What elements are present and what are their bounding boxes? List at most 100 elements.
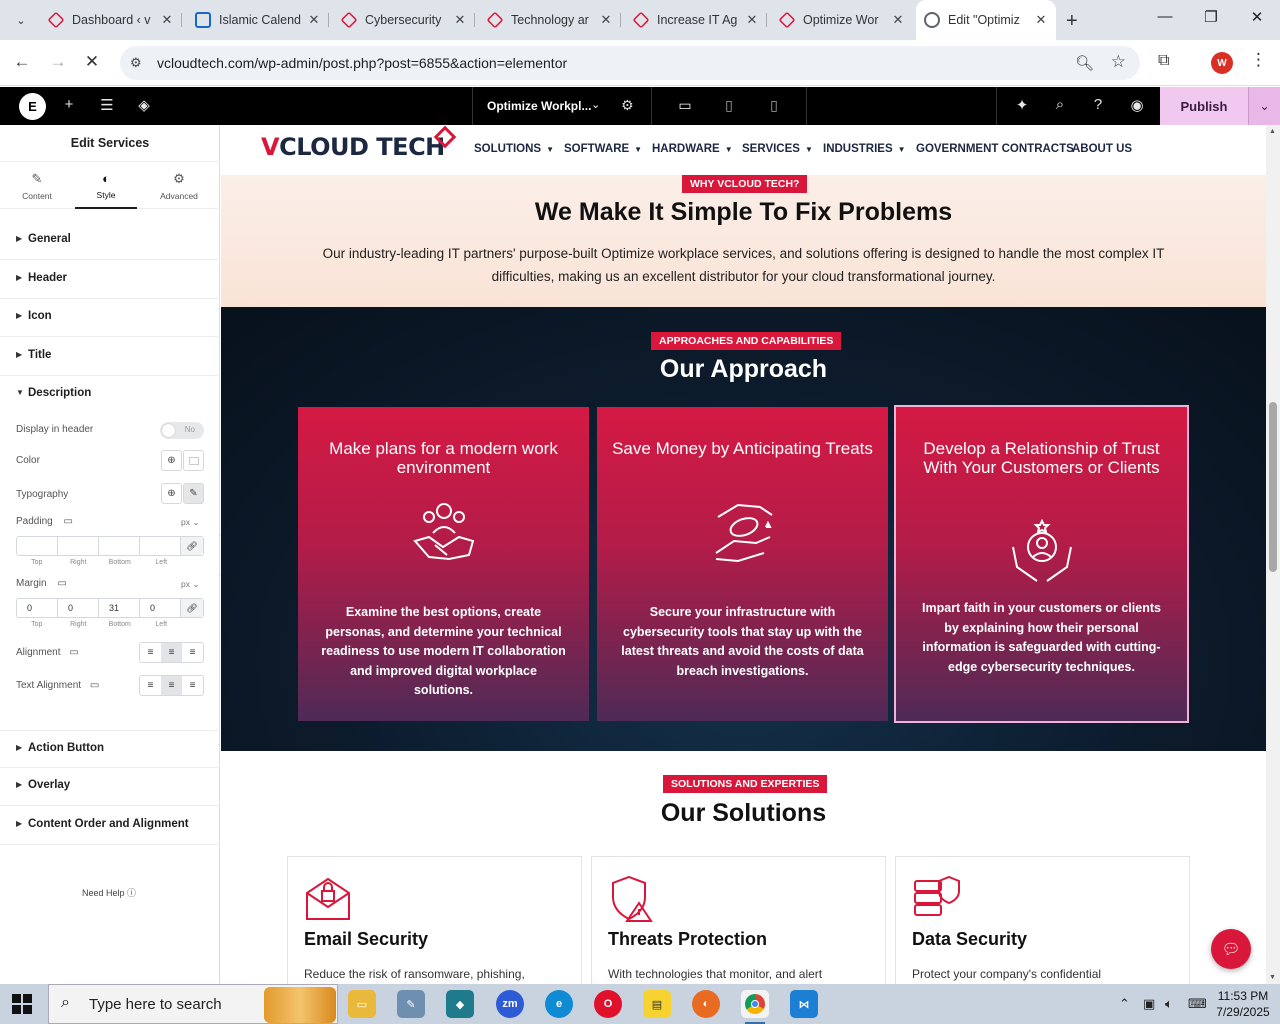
close-tab-icon[interactable]: ✕ <box>307 12 321 28</box>
zoom-icon[interactable]: 🔍︎ <box>1075 54 1094 72</box>
firefox-browser-icon[interactable]: ◐ <box>692 990 720 1018</box>
link-values-icon[interactable]: 🔗︎ <box>181 599 203 617</box>
color-picker-swatch[interactable] <box>183 450 204 471</box>
text-align-left-icon[interactable]: ≡ <box>140 676 161 695</box>
add-element-plus-icon[interactable]: + <box>58 96 80 113</box>
publish-button[interactable]: Publish <box>1160 87 1248 125</box>
app-diamond-icon[interactable]: ◆ <box>446 990 474 1018</box>
browser-tab[interactable]: Dashboard ‹ v ✕ <box>40 6 182 34</box>
preview-eye-icon[interactable]: ◉ <box>1126 96 1148 114</box>
padding-right-input[interactable] <box>58 537 99 555</box>
notifications-rocket-icon[interactable]: ✦ <box>1011 96 1033 114</box>
restore-icon[interactable]: ❐ <box>1196 8 1226 26</box>
section-header[interactable]: ▶ Header <box>0 261 220 299</box>
site-menu-item[interactable]: INDUSTRIES ▼ <box>823 143 906 155</box>
network-icon[interactable]: ▣ <box>1143 996 1155 1012</box>
margin-left-input[interactable]: 0 <box>140 599 181 617</box>
url-text[interactable]: vcloudtech.com/wp-admin/post.php?post=68… <box>157 55 567 71</box>
bookmark-star-icon[interactable]: ☆ <box>1111 52 1126 72</box>
align-left-icon[interactable]: ≡ <box>140 643 161 662</box>
solution-card[interactable]: Data Security Protect your company's con… <box>895 856 1190 984</box>
padding-top-input[interactable] <box>17 537 58 555</box>
close-tab-icon[interactable]: ✕ <box>1034 12 1048 28</box>
site-menu-item[interactable]: HARDWARE ▼ <box>652 143 733 155</box>
file-explorer-icon[interactable]: ▭ <box>348 990 376 1018</box>
browser-tab[interactable]: Increase IT Ag ✕ <box>625 6 767 34</box>
scroll-down-arrow-icon[interactable]: ▼ <box>1269 974 1276 981</box>
section-content-order[interactable]: ▶ Content Order and Alignment <box>0 807 220 845</box>
site-menu-item[interactable]: SOFTWARE ▼ <box>564 143 642 155</box>
align-center-icon[interactable]: ≡ <box>161 643 182 662</box>
sticky-notes-icon[interactable]: ▤ <box>643 990 671 1018</box>
structure-layers-icon[interactable]: ◈ <box>133 96 155 114</box>
browser-tab[interactable]: Islamic Calend ✕ <box>187 6 329 34</box>
elementor-logo-icon[interactable]: E <box>19 93 46 120</box>
document-selector[interactable]: Optimize Workpl... ⌄ ⚙ <box>472 87 652 125</box>
tablet-icon[interactable]: ▯ <box>719 97 739 114</box>
desktop-icon[interactable]: ▭ <box>675 97 695 114</box>
tab-content[interactable]: ✎ Content <box>6 163 68 209</box>
padding-unit-select[interactable]: px ⌄ <box>181 517 199 528</box>
mobile-icon[interactable]: ▯ <box>764 97 784 114</box>
new-tab-plus-icon[interactable]: + <box>1066 10 1078 33</box>
section-overlay[interactable]: ▶ Overlay <box>0 768 220 806</box>
edge-browser-icon[interactable]: e <box>545 990 573 1018</box>
page-settings-gear-icon[interactable]: ⚙ <box>621 97 634 114</box>
extensions-puzzle-icon[interactable]: ⧉ <box>1158 52 1169 70</box>
chrome-browser-icon[interactable] <box>741 990 769 1024</box>
vscode-icon[interactable]: ⋈ <box>790 990 818 1018</box>
approach-card-selected[interactable]: Develop a Relationship of Trust With You… <box>894 405 1189 723</box>
link-values-icon[interactable]: 🔗︎ <box>181 537 203 555</box>
site-settings-sliders-icon[interactable]: ☰ <box>96 96 118 114</box>
solution-card[interactable]: Threats Protection With technologies tha… <box>591 856 886 984</box>
input-method-icon[interactable]: ⌨ <box>1188 996 1207 1012</box>
tab-search-chevron-icon[interactable]: ⌄ <box>8 8 34 32</box>
taskbar-search-box[interactable]: ⌕ Type here to search <box>48 984 338 1024</box>
display-in-header-toggle[interactable]: No <box>160 422 204 439</box>
publish-options-chevron-icon[interactable]: ⌄ <box>1248 87 1280 125</box>
approach-card[interactable]: Save Money by Anticipating Treats Secure… <box>597 407 888 721</box>
minimize-icon[interactable]: — <box>1150 8 1180 25</box>
edit-typography-pencil-icon[interactable]: ✎ <box>183 483 204 504</box>
text-align-center-icon[interactable]: ≡ <box>161 676 182 695</box>
section-general[interactable]: ▶ General <box>0 222 220 260</box>
close-tab-icon[interactable]: ✕ <box>160 12 174 28</box>
opera-browser-icon[interactable]: O <box>594 990 622 1018</box>
approach-card[interactable]: Make plans for a modern work environment… <box>298 407 589 721</box>
browser-tab[interactable]: Optimize Wor ✕ <box>771 6 913 34</box>
stop-loading-icon[interactable]: ✕ <box>80 52 104 72</box>
omnibox[interactable]: ⚙ vcloudtech.com/wp-admin/post.php?post=… <box>120 46 1140 80</box>
close-tab-icon[interactable]: ✕ <box>745 12 759 28</box>
volume-icon[interactable]: 🔈︎ <box>1165 996 1173 1012</box>
global-colors-icon[interactable]: ⊕ <box>161 450 182 471</box>
close-window-icon[interactable]: ✕ <box>1242 8 1272 26</box>
site-menu-item[interactable]: SOLUTIONS ▼ <box>474 143 554 155</box>
site-info-icon[interactable]: ⚙ <box>130 55 142 71</box>
margin-unit-select[interactable]: px ⌄ <box>181 579 199 590</box>
profile-avatar[interactable]: W <box>1211 52 1233 74</box>
browser-tab[interactable]: Edit "Optimiz ✕ <box>916 0 1056 40</box>
solution-card[interactable]: Email Security Reduce the risk of ransom… <box>287 856 582 984</box>
zoom-app-icon[interactable]: zm <box>496 990 524 1018</box>
margin-right-input[interactable]: 0 <box>58 599 99 617</box>
margin-bottom-input[interactable]: 31 <box>99 599 140 617</box>
section-description[interactable]: ▼ Description <box>0 376 220 414</box>
section-action-button[interactable]: ▶ Action Button <box>0 730 220 768</box>
site-menu-item[interactable]: ABOUT US <box>1072 143 1132 155</box>
site-menu-item[interactable]: SERVICES ▼ <box>742 143 813 155</box>
browser-menu-icon[interactable]: ⋮ <box>1250 50 1267 70</box>
padding-left-input[interactable] <box>140 537 181 555</box>
site-logo[interactable]: VCLOUD TECH <box>261 125 457 161</box>
browser-tab[interactable]: Technology ar ✕ <box>479 6 621 34</box>
section-title[interactable]: ▶ Title <box>0 338 220 376</box>
text-align-right-icon[interactable]: ≡ <box>182 676 203 695</box>
close-tab-icon[interactable]: ✕ <box>453 12 467 28</box>
finder-search-icon[interactable]: ⌕ <box>1049 96 1071 113</box>
paint-app-icon[interactable]: ✎ <box>397 990 425 1018</box>
tray-chevron-up-icon[interactable]: ⌃ <box>1119 996 1130 1012</box>
need-help-link[interactable]: Need Help ⓘ <box>82 886 136 899</box>
browser-tab[interactable]: Cybersecurity ✕ <box>333 6 475 34</box>
align-right-icon[interactable]: ≡ <box>182 643 203 662</box>
tab-advanced[interactable]: ⚙ Advanced <box>148 163 210 209</box>
close-tab-icon[interactable]: ✕ <box>891 12 905 28</box>
